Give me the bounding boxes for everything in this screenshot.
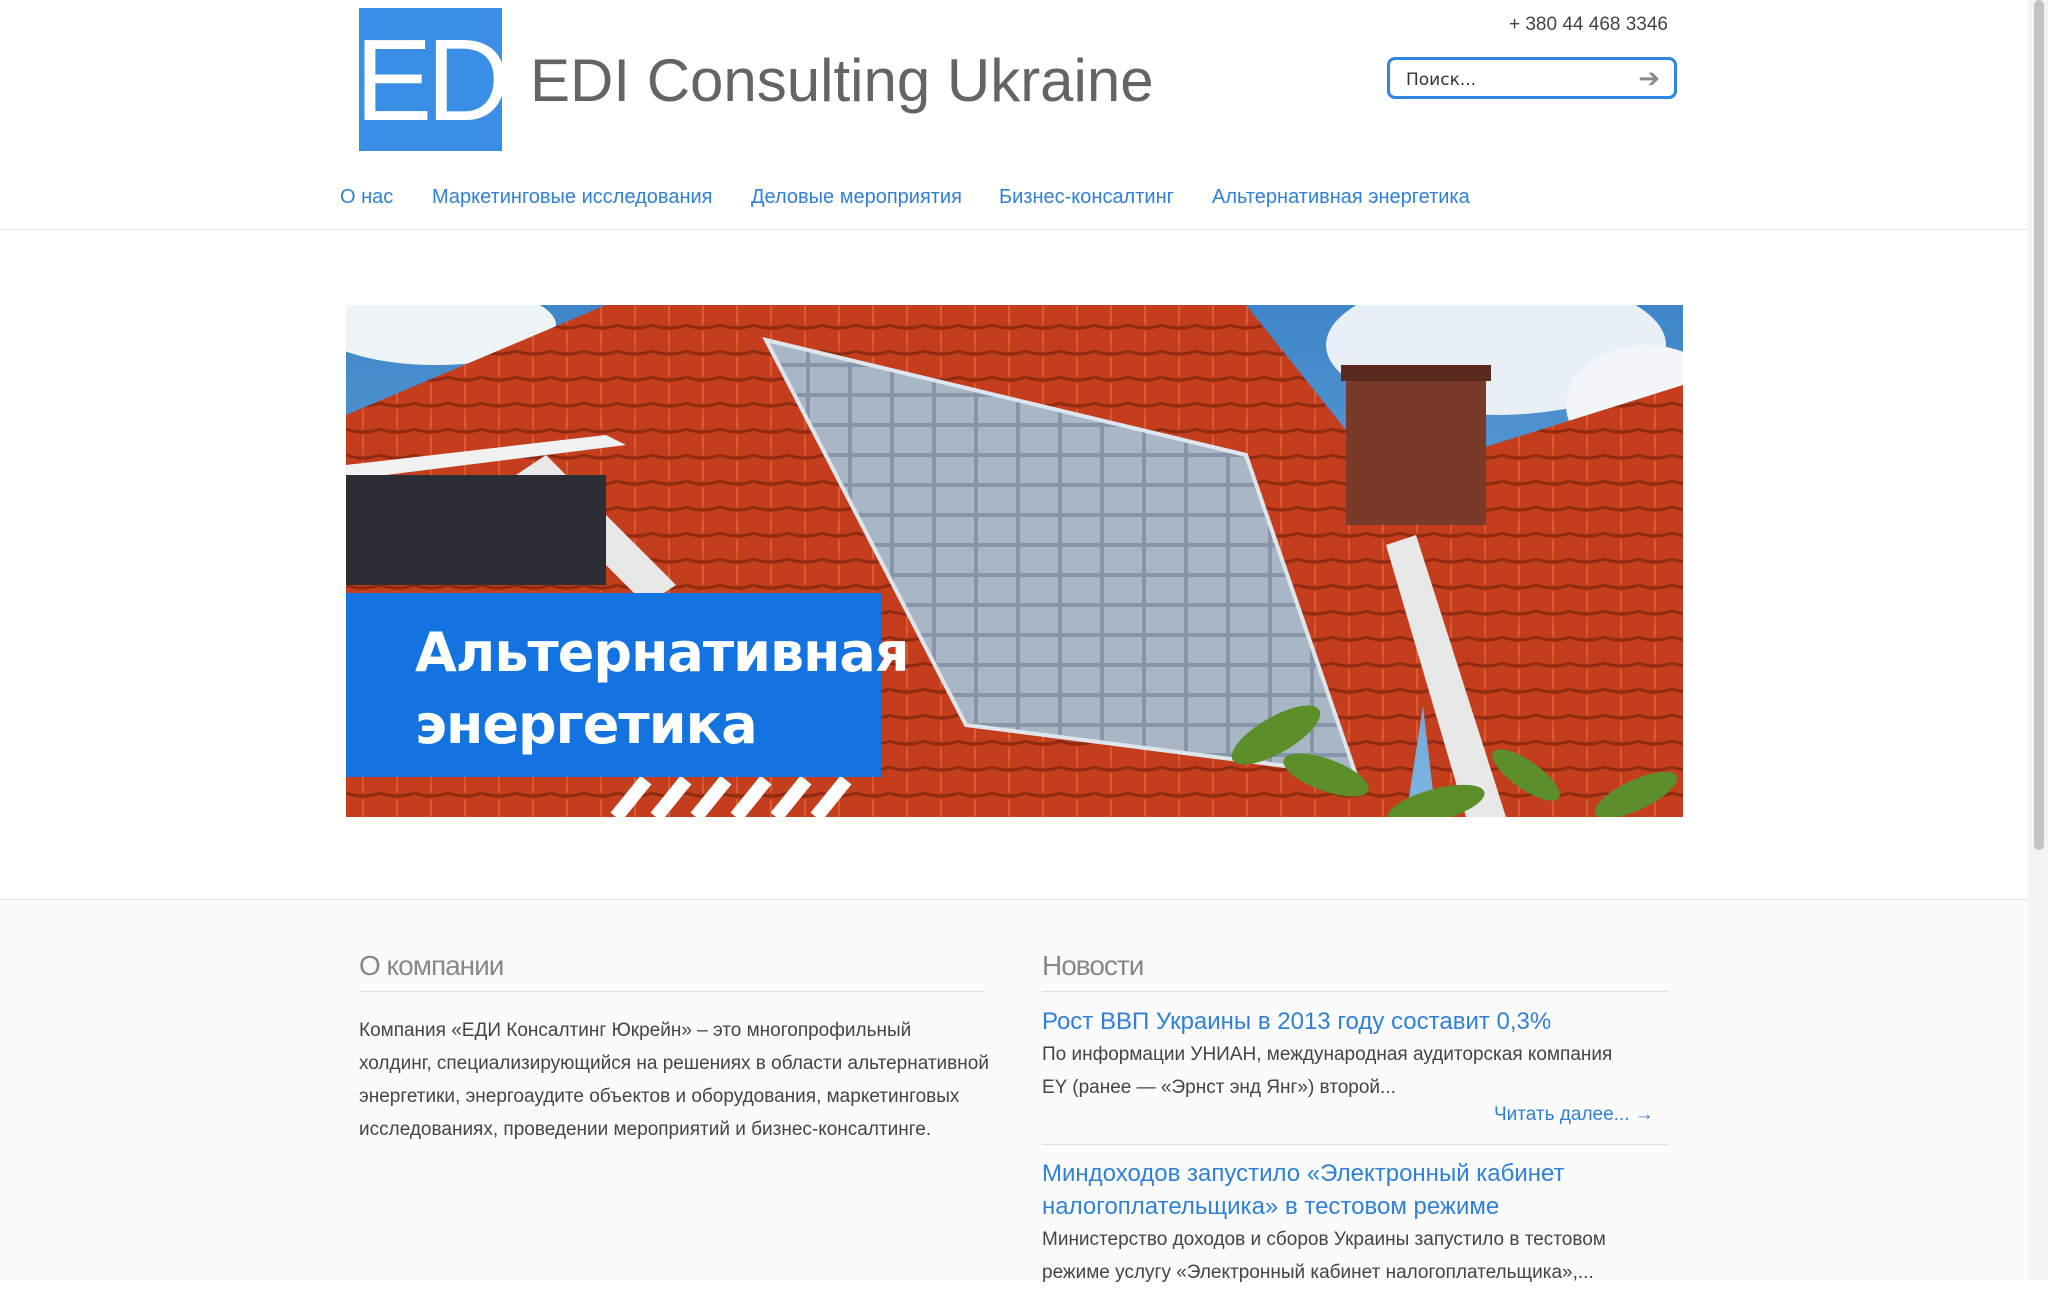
phone-number: + 380 44 468 3346 — [1508, 14, 1668, 35]
news-item-title[interactable]: Рост ВВП Украины в 2013 году составит 0,… — [1042, 1005, 1551, 1038]
nav-item-alternative-energy[interactable]: Альтернативная энергетика — [1212, 186, 1470, 209]
scrollbar-thumb[interactable] — [2034, 0, 2044, 850]
page: EDI EDI Consulting Ukraine + 380 44 468 … — [0, 0, 2028, 1283]
nav-item-marketing-research[interactable]: Маркетинговые исследования — [432, 186, 713, 209]
header-divider — [0, 229, 2028, 230]
news-item-excerpt-line-1: По информации УНИАН, международная аудит… — [1042, 1044, 1613, 1065]
arrow-right-icon[interactable]: ➔ — [1638, 63, 1660, 93]
search-box: ➔ — [1387, 57, 1677, 99]
news-item-title-line-2[interactable]: налогоплательщика» в тестовом режиме — [1042, 1190, 1499, 1223]
news-heading: Новости — [1042, 950, 1144, 981]
read-more-link[interactable]: Читать далее... → — [1494, 1104, 1654, 1126]
about-heading-line — [359, 991, 985, 992]
about-heading: О компании — [359, 950, 504, 981]
content-section — [0, 900, 2028, 1280]
about-text: Компания «ЕДИ Консалтинг Юкрейн» – это м… — [359, 1020, 989, 1140]
scrollbar[interactable] — [2028, 0, 2048, 1280]
news-heading-line — [1042, 991, 1669, 992]
logo[interactable]: EDI — [359, 8, 502, 151]
news-item-excerpt-line-1: Министерство доходов и сборов Украины за… — [1042, 1229, 1606, 1250]
nav-item-business-consulting[interactable]: Бизнес-консалтинг — [999, 186, 1174, 209]
news-item-excerpt-line-2: режиме услугу «Электронный кабинет налог… — [1042, 1262, 1594, 1283]
hero-caption: Альтернативная энергетика — [346, 593, 910, 777]
logo-text: EDI — [359, 15, 502, 145]
hero-caption-line-1: Альтернативная — [415, 621, 910, 684]
search-input[interactable] — [1404, 66, 1628, 94]
news-item-excerpt-line-2: EY (ранее — «Эрнст энд Янг») второй... — [1042, 1077, 1396, 1098]
news-item-title[interactable]: Миндоходов запустило «Электронный кабине… — [1042, 1157, 1565, 1190]
hero-banner[interactable]: Альтернативная энергетика — [346, 305, 1683, 817]
news-item-divider — [1042, 1144, 1669, 1145]
hero-caption-line-2: энергетика — [415, 693, 758, 756]
nav-item-about[interactable]: О нас — [340, 186, 393, 209]
nav-item-business-events[interactable]: Деловые мероприятия — [751, 186, 962, 209]
site-title[interactable]: EDI Consulting Ukraine — [530, 46, 1154, 115]
